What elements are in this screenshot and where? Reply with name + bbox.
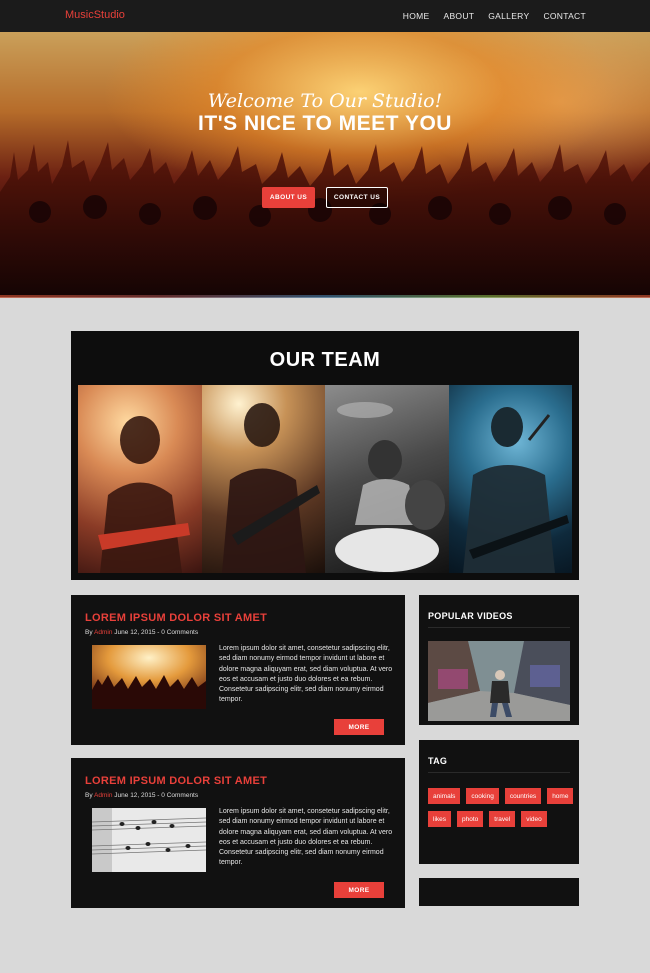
tag-countries[interactable]: countries (504, 788, 542, 804)
main-menu: HOME ABOUT GALLERY CONTACT (403, 11, 586, 21)
post-meta: By Admin June 12, 2015 - 0 Comments (85, 629, 198, 636)
tag-cooking[interactable]: cooking (466, 788, 499, 804)
tag-likes[interactable]: likes (428, 811, 452, 827)
nav-contact[interactable]: CONTACT (543, 11, 586, 21)
team-member-photo[interactable] (201, 385, 325, 573)
blog-post: LOREM IPSUM DOLOR SIT AMET By Admin June… (71, 758, 405, 908)
team-member-photo[interactable] (78, 385, 202, 573)
our-team-section: OUR TEAM (71, 331, 579, 580)
team-member-photo[interactable] (325, 385, 449, 573)
tag-photo[interactable]: photo (457, 811, 484, 827)
tag-travel[interactable]: travel (489, 811, 516, 827)
post-excerpt: Lorem ipsum dolor sit amet, consetetur s… (219, 808, 393, 867)
team-title: OUR TEAM (269, 349, 381, 371)
sidebar-widget-partial (419, 878, 579, 906)
more-button[interactable]: MORE (334, 719, 384, 735)
tag-title: TAG (428, 756, 448, 766)
video-thumbnail[interactable] (428, 641, 570, 721)
post-meta: By Admin June 12, 2015 - 0 Comments (85, 792, 198, 799)
post-author-link[interactable]: Admin (94, 629, 112, 636)
widget-divider (428, 772, 570, 773)
about-us-button[interactable]: ABOUT US (262, 187, 315, 208)
post-date-comments: June 12, 2015 - 0 Comments (112, 629, 199, 636)
post-title[interactable]: LOREM IPSUM DOLOR SIT AMET (85, 612, 267, 624)
post-title[interactable]: LOREM IPSUM DOLOR SIT AMET (85, 775, 267, 787)
color-stripe-divider (0, 295, 650, 298)
hero-banner: Welcome To Our Studio! IT'S NICE TO MEET… (0, 32, 650, 297)
crowd-silhouette-image (0, 140, 650, 297)
contact-us-button[interactable]: CONTACT US (326, 187, 388, 208)
post-thumbnail-concert[interactable] (92, 645, 206, 709)
post-excerpt: Lorem ipsum dolor sit amet, consetetur s… (219, 645, 393, 704)
widget-divider (428, 627, 570, 628)
nav-about[interactable]: ABOUT (443, 11, 474, 21)
team-member-photo[interactable] (448, 385, 572, 573)
popular-videos-title: POPULAR VIDEOS (428, 611, 513, 621)
post-author-link[interactable]: Admin (94, 792, 112, 799)
top-navbar: MusicStudio HOME ABOUT GALLERY CONTACT (0, 0, 650, 32)
nav-home[interactable]: HOME (403, 11, 430, 21)
more-button[interactable]: MORE (334, 882, 384, 898)
post-meta-by: By (85, 629, 95, 636)
hero-welcome-text: Welcome To Our Studio! (207, 90, 443, 112)
hero-title: IT'S NICE TO MEET YOU (198, 112, 452, 135)
brand-logo[interactable]: MusicStudio (65, 9, 125, 21)
blog-post: LOREM IPSUM DOLOR SIT AMET By Admin June… (71, 595, 405, 745)
tag-cloud: animals cooking countries home likes pho… (428, 788, 574, 827)
team-photos (78, 385, 572, 573)
tag-animals[interactable]: animals (428, 788, 461, 804)
tag-video[interactable]: video (521, 811, 547, 827)
popular-videos-widget: POPULAR VIDEOS (419, 595, 579, 725)
post-thumbnail-sheet-music[interactable] (92, 808, 206, 872)
nav-gallery[interactable]: GALLERY (488, 11, 529, 21)
post-date-comments: June 12, 2015 - 0 Comments (112, 792, 199, 799)
tag-home[interactable]: home (547, 788, 574, 804)
post-meta-by: By (85, 792, 95, 799)
tag-widget: TAG animals cooking countries home likes… (419, 740, 579, 864)
